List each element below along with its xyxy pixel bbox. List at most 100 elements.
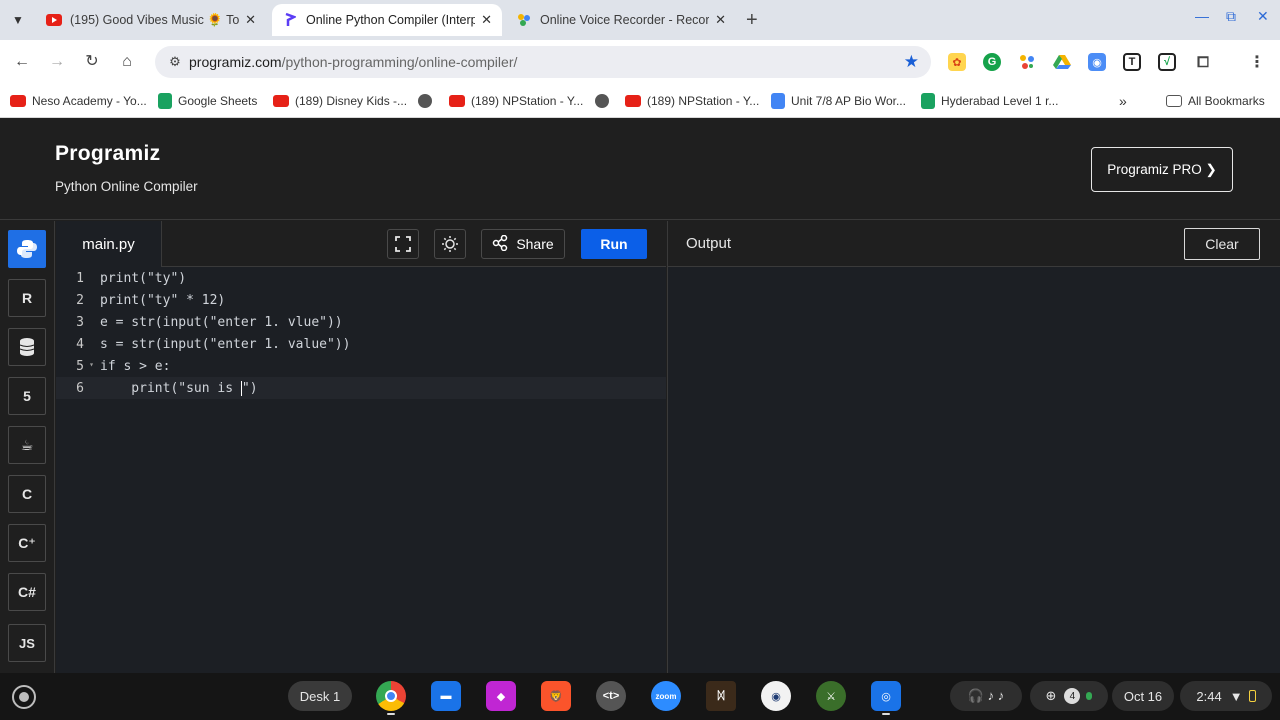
youtube-icon: [625, 95, 641, 107]
code-line[interactable]: 1 print("ty"): [56, 267, 666, 289]
grammarly-icon[interactable]: G: [983, 53, 1001, 71]
all-bookmarks[interactable]: All Bookmarks: [1166, 91, 1265, 111]
recorder-icon: [516, 12, 532, 28]
browser-toolbar: ← → ↻ ⌂ ⚙ programiz.com /python-programm…: [0, 40, 1280, 84]
bookmark-globe[interactable]: [418, 91, 438, 111]
app-icon-eye[interactable]: ◉: [761, 681, 791, 711]
close-tab-icon[interactable]: ✕: [245, 12, 256, 28]
url-path: /python-programming/online-compiler/: [281, 54, 518, 70]
brave-icon[interactable]: 🦁: [541, 681, 571, 711]
run-button[interactable]: Run: [581, 229, 647, 259]
share-label: Share: [516, 236, 554, 252]
zoom-icon[interactable]: zoom: [651, 681, 681, 711]
c-icon[interactable]: C: [8, 475, 46, 513]
desk-switcher[interactable]: Desk 1: [288, 681, 352, 711]
share-button[interactable]: Share: [481, 229, 565, 259]
address-bar[interactable]: ⚙ programiz.com /python-programming/onli…: [155, 46, 931, 78]
more-bookmarks-icon[interactable]: »: [1119, 91, 1127, 111]
file-tab-main[interactable]: main.py: [56, 221, 162, 267]
html5-icon[interactable]: 5: [8, 377, 46, 415]
clock: 2:44: [1196, 688, 1222, 704]
r-icon[interactable]: R: [8, 279, 46, 317]
site-info-icon[interactable]: ⚙: [161, 54, 189, 70]
bookmark-item[interactable]: (189) NPStation - Y...: [449, 91, 583, 111]
math-extension-icon[interactable]: √: [1158, 53, 1176, 71]
restore-icon[interactable]: ⧉: [1226, 8, 1236, 25]
screencast-icon[interactable]: ◉: [1088, 53, 1106, 71]
notification-tray[interactable]: ⊕ 4: [1030, 681, 1108, 711]
extension-icon-1[interactable]: ✿: [948, 53, 966, 71]
close-tab-icon[interactable]: ✕: [715, 12, 726, 28]
status-tray[interactable]: 2:44 ▼: [1180, 681, 1272, 711]
code-editor[interactable]: 1 print("ty") 2 print("ty" * 12) 3 e = s…: [56, 267, 666, 673]
fullscreen-icon[interactable]: [387, 229, 419, 259]
code-line[interactable]: 2 print("ty" * 12): [56, 289, 666, 311]
cpp-icon[interactable]: C⁺: [8, 524, 46, 562]
back-icon[interactable]: ←: [11, 51, 33, 73]
notification-count: 4: [1064, 688, 1081, 704]
new-tab-icon[interactable]: +: [746, 9, 758, 32]
output-pane: Output Clear: [667, 221, 1280, 673]
code-line-current[interactable]: 6 print("sun is "): [56, 377, 666, 399]
browser-tab-1[interactable]: (195) Good Vibes Music 🌻 Top ✕: [36, 4, 266, 36]
bookmark-label: Hyderabad Level 1 r...: [941, 94, 1059, 108]
text-extension-icon[interactable]: T: [1123, 53, 1141, 71]
bookmark-label: Google Sheets: [178, 94, 258, 108]
files-icon[interactable]: ▬: [431, 681, 461, 711]
youtube-icon: [46, 12, 62, 28]
clear-button[interactable]: Clear: [1184, 228, 1260, 260]
app-icon-figure[interactable]: ᛞ: [706, 681, 736, 711]
code-line[interactable]: 3 e = str(input("enter 1. vlue")): [56, 311, 666, 333]
javascript-icon[interactable]: JS: [8, 624, 46, 662]
sql-icon[interactable]: [8, 328, 46, 366]
output-header: Output Clear: [668, 221, 1280, 267]
output-console[interactable]: [668, 267, 1280, 673]
reload-icon[interactable]: ↻: [81, 51, 103, 73]
bookmark-item[interactable]: Google Sheets: [158, 91, 257, 111]
close-tab-icon[interactable]: ✕: [481, 12, 492, 28]
bookmark-item[interactable]: Unit 7/8 AP Bio Wor...: [771, 91, 906, 111]
bookmark-star-icon[interactable]: ★: [904, 52, 919, 72]
bookmark-item[interactable]: Neso Academy - Yo...: [10, 91, 147, 111]
python-icon[interactable]: [8, 230, 46, 268]
bookmark-item[interactable]: Hyderabad Level 1 r...: [921, 91, 1058, 111]
chrome-icon[interactable]: [376, 681, 406, 711]
screen-recorder-icon[interactable]: ◎: [871, 681, 901, 711]
menu-dots-icon[interactable]: ⋮: [1248, 53, 1266, 71]
site-header: Programiz Python Online Compiler Program…: [0, 118, 1280, 220]
output-title: Output: [686, 235, 732, 252]
wifi-icon: ▼: [1229, 688, 1243, 704]
programiz-pro-button[interactable]: Programiz PRO ❯: [1091, 147, 1233, 192]
extension-dots-icon[interactable]: [1018, 53, 1036, 71]
extensions-puzzle-icon[interactable]: ⧠: [1194, 53, 1212, 71]
home-icon[interactable]: ⌂: [116, 51, 138, 73]
share-icon: [492, 234, 508, 254]
tab-search-button[interactable]: ▼: [6, 8, 30, 32]
app-icon-game[interactable]: ⚔: [816, 681, 846, 711]
fold-arrow-icon[interactable]: ▾: [89, 360, 94, 369]
globe-icon: [418, 94, 432, 108]
chevron-down-icon: ▼: [12, 13, 24, 27]
forward-icon[interactable]: →: [46, 51, 68, 73]
browser-tab-3[interactable]: Online Voice Recorder - Record ✕: [506, 4, 736, 36]
browser-tab-2[interactable]: Online Python Compiler (Interpreter) ✕: [272, 4, 502, 36]
date-tray[interactable]: Oct 16: [1112, 681, 1174, 711]
google-drive-icon[interactable]: [1053, 53, 1071, 71]
bookmark-item[interactable]: (189) Disney Kids -...: [273, 91, 407, 111]
line-number: 5 ▾: [76, 358, 94, 374]
csharp-icon[interactable]: C#: [8, 573, 46, 611]
text-app-icon[interactable]: <t>: [596, 681, 626, 711]
java-icon[interactable]: ☕: [8, 426, 46, 464]
programiz-logo[interactable]: Programiz: [55, 142, 160, 166]
code-line[interactable]: 5 ▾ if s > e:: [56, 355, 666, 377]
bookmark-globe[interactable]: [595, 91, 615, 111]
headphones-tray[interactable]: 🎧 ♪ ♪: [950, 681, 1022, 711]
code-line[interactable]: 4 s = str(input("enter 1. value")): [56, 333, 666, 355]
close-window-icon[interactable]: ✕: [1257, 8, 1269, 25]
bookmark-label: All Bookmarks: [1188, 94, 1265, 108]
app-icon-purple[interactable]: ◆: [486, 681, 516, 711]
bookmark-item[interactable]: (189) NPStation - Y...: [625, 91, 759, 111]
minimize-icon[interactable]: —: [1195, 8, 1209, 24]
launcher-icon[interactable]: [12, 685, 36, 709]
theme-toggle-icon[interactable]: [434, 229, 466, 259]
